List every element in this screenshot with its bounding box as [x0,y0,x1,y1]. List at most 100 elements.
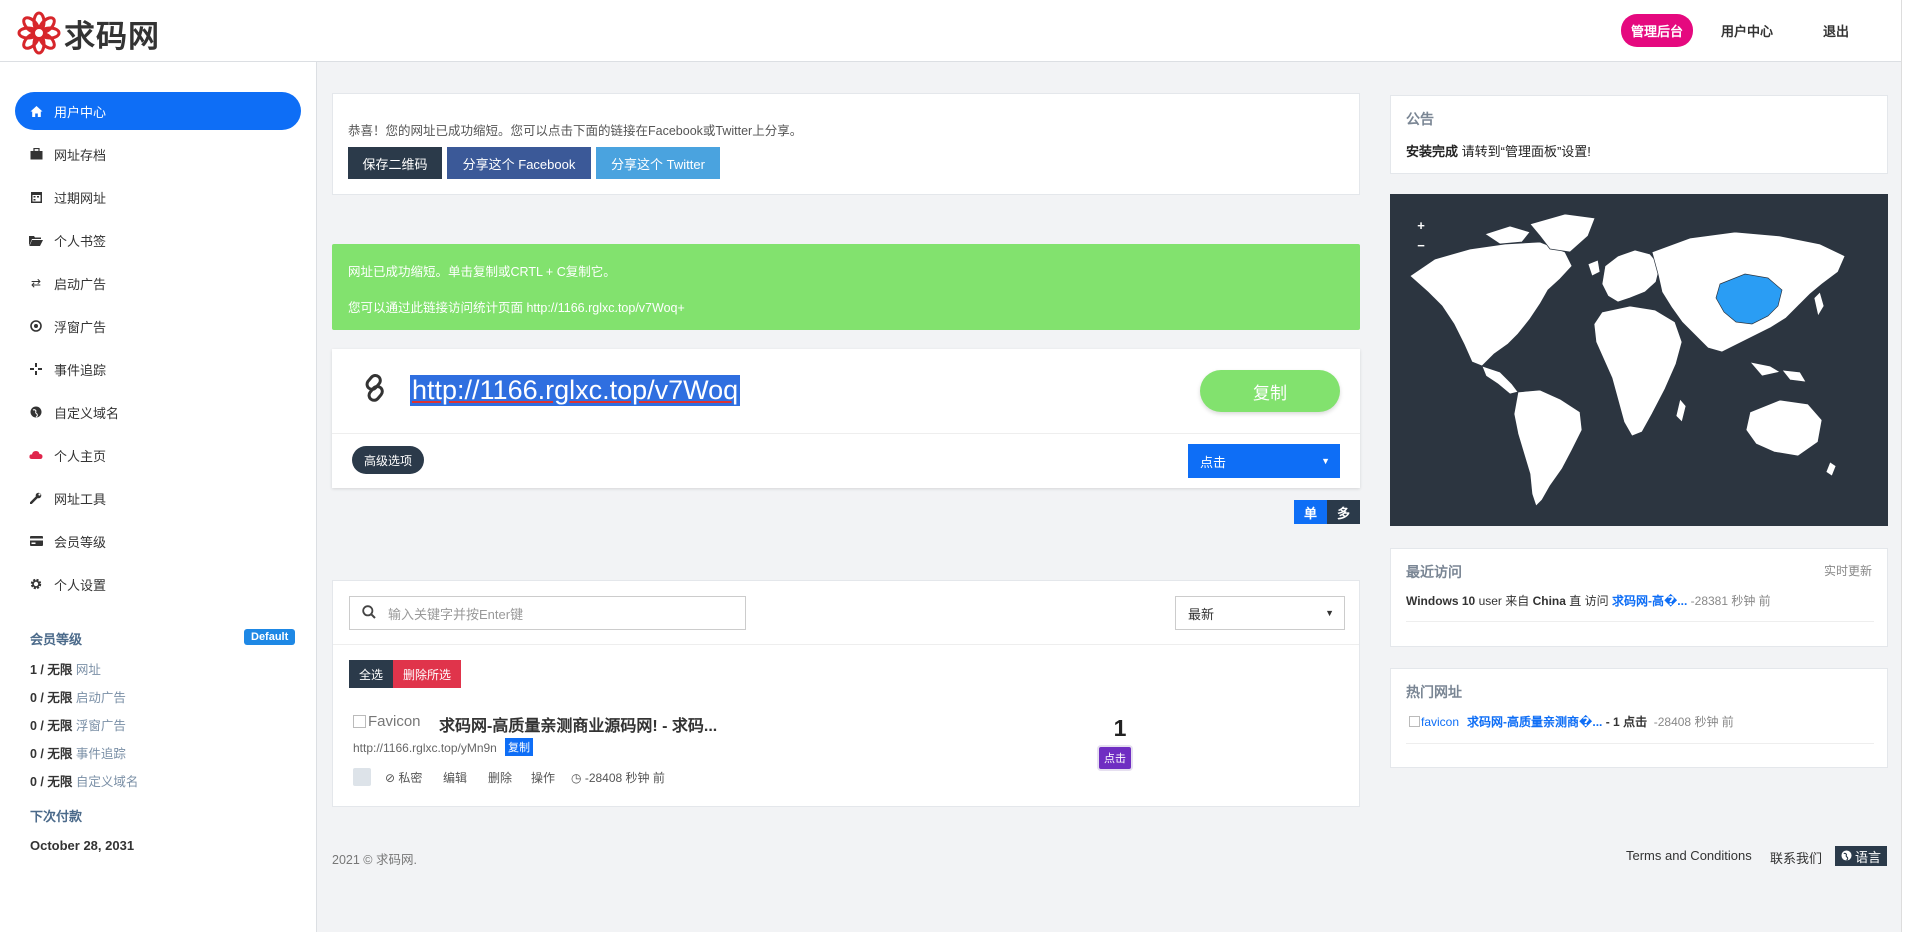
sidebar-item-membership[interactable]: 会员等级 [15,522,301,560]
click-type-select[interactable]: 点击 ▼ [1188,444,1340,478]
sidebar-item-bookmarks[interactable]: 个人书签 [15,221,301,259]
quota-value: 0 / 无限 [30,747,73,761]
sidebar-item-label: 个人主页 [54,448,107,464]
sidebar-item-label: 会员等级 [54,534,107,550]
favicon-alt-text: Favicon [368,713,421,730]
select-all-button[interactable]: 全选 [349,660,394,688]
caret-down-icon: ▼ [1321,456,1330,466]
share-twitter-button[interactable]: 分享这个 Twitter [596,147,720,179]
logo-flower-icon [17,11,61,55]
quota-label: 网址 [75,663,101,677]
alert-line-2: 您可以通过此链接访问统计页面 http://1166.rglxc.top/v7W… [348,301,685,315]
briefcase-icon [29,147,43,161]
search-placeholder: 输入关键字并按Enter键 [388,606,524,622]
quota-value: 0 / 无限 [30,775,73,789]
visitor-user-text: user 来自 [1475,594,1533,608]
sidebar-item-homepage[interactable]: 个人主页 [15,436,301,474]
quota-value: 0 / 无限 [30,691,73,705]
notice-bold: 安装完成 [1406,144,1459,159]
sidebar-item-url-archive[interactable]: 网址存档 [15,135,301,173]
hot-urls-panel: 热门网址 favicon 求码网-高质量亲测商�... - 1 点击 -2840… [1390,668,1888,768]
copy-link-button[interactable]: 复制 [505,738,533,756]
edit-link[interactable]: 编辑 [443,769,467,786]
quota-label: 浮窗广告 [75,719,126,733]
language-label: 语言 [1855,849,1882,865]
time-text: -28408 秒钟 前 [584,771,665,785]
terms-link[interactable]: Terms and Conditions [1626,848,1752,863]
visitor-os: Windows 10 [1406,594,1476,608]
recent-title: 最近访问 [1406,564,1462,580]
link-title[interactable]: 求码网-高质量亲测商业源码网! - 求码... [439,712,717,736]
world-map[interactable]: + − [1390,194,1888,526]
sidebar-item-custom-domain[interactable]: 自定义域名 [15,393,301,431]
sidebar-item-label: 用户中心 [54,104,107,120]
quota-row: 0 / 无限 事件追踪 [30,743,126,762]
top-header: 求码网 管理后台 用户中心 退出 [0,0,1907,62]
link-time: ◷ -28408 秒钟 前 [571,769,665,786]
quota-row: 1 / 无限 网址 [30,659,101,678]
logout-link[interactable]: 退出 [1823,21,1849,40]
sidebar-item-user-center[interactable]: 用户中心 [15,92,301,130]
visited-page-link[interactable]: 求码网-高�... [1612,594,1687,608]
notice-body: 安装完成 请转到“管理面板”设置! [1406,141,1591,160]
copyright: 2021 © 求码网. [332,853,417,867]
sort-select[interactable]: 最新 ▼ [1175,596,1345,630]
logo[interactable]: 求码网 [16,10,160,56]
credit-card-icon [29,534,43,548]
user-center-link[interactable]: 用户中心 [1721,21,1773,40]
divider [1406,743,1874,744]
single-mode-toggle[interactable]: 单 [1294,500,1327,524]
share-message: 恭喜！您的网址已成功缩短。您可以点击下面的链接在Facebook或Twitter… [348,124,803,138]
row-checkbox[interactable] [353,768,371,786]
save-qr-button[interactable]: 保存二维码 [348,147,442,179]
short-url-input[interactable]: http://1166.rglxc.top/v7Woq [410,375,741,406]
world-map-svg [1409,213,1846,507]
private-label: 私密 [398,771,423,785]
advanced-options-button[interactable]: 高级选项 [352,446,425,474]
language-button[interactable]: 语言 [1835,846,1888,866]
action-link[interactable]: 操作 [531,769,555,786]
sidebar-item-label: 浮窗广告 [54,319,107,335]
sidebar-item-url-tools[interactable]: 网址工具 [15,479,301,517]
top-nav: 管理后台 用户中心 退出 [1620,14,1907,47]
favicon-image: Favicon [353,713,421,730]
recent-visits-panel: 最近访问 实时更新 Windows 10 user 来自 China 直 访问 … [1390,548,1888,647]
admin-panel-button[interactable]: 管理后台 [1620,14,1693,47]
realtime-label: 实时更新 [1823,564,1872,578]
shortener-card: http://1166.rglxc.top/v7Woq 复制 高级选项 点击 ▼ [332,349,1360,488]
home-icon [29,104,43,118]
hot-url-row: favicon 求码网-高质量亲测商�... - 1 点击 -28408 秒钟 … [1409,713,1734,730]
quota-value: 1 / 无限 [30,663,73,677]
scrollbar[interactable] [1901,0,1907,932]
select-value: 点击 [1200,454,1227,470]
membership-badge: Default [244,629,296,645]
delete-selected-button[interactable]: 删除所选 [393,660,462,688]
hot-url-link[interactable]: 求码网-高质量亲测商�... [1467,713,1602,730]
delete-link[interactable]: 删除 [488,769,512,786]
visitor-direct-text: 直 访问 [1565,594,1612,608]
sidebar-item-label: 网址存档 [54,147,107,163]
sidebar-item-overlay-ads[interactable]: 浮窗广告 [15,307,301,345]
private-toggle[interactable]: ⊘ 私密 [385,769,422,786]
multi-mode-toggle[interactable]: 多 [1327,500,1360,524]
sidebar-item-settings[interactable]: 个人设置 [15,565,301,603]
link-short-url[interactable]: http://1166.rglxc.top/yMn9n [353,741,497,755]
copy-url-button[interactable]: 复制 [1200,370,1340,412]
next-payment-date: October 28, 2031 [30,838,135,853]
sidebar-item-expired-urls[interactable]: 过期网址 [15,178,301,216]
search-input[interactable]: 输入关键字并按Enter键 [349,596,746,630]
sidebar-item-event-tracking[interactable]: 事件追踪 [15,350,301,388]
links-card: 输入关键字并按Enter键 最新 ▼ 全选 删除所选 Favicon 求码网-高… [332,580,1360,807]
divider [1406,621,1874,622]
sidebar-item-splash-ads[interactable]: ⇄ 启动广告 [15,264,301,302]
hot-url-time: -28408 秒钟 前 [1650,715,1734,729]
hot-url-clicks: - 1 点击 [1602,715,1651,729]
globe-icon [29,405,43,419]
notice-title: 公告 [1406,111,1434,127]
share-facebook-button[interactable]: 分享这个 Facebook [447,147,591,179]
quota-label: 事件追踪 [75,747,126,761]
sidebar: 用户中心 网址存档 过期网址 个人书签 ⇄ 启动广告 浮窗广告 事件追踪 自定义… [0,62,317,932]
contact-link[interactable]: 联系我们 [1770,848,1822,867]
dot-circle-icon [29,319,43,333]
wrench-icon [29,491,43,505]
